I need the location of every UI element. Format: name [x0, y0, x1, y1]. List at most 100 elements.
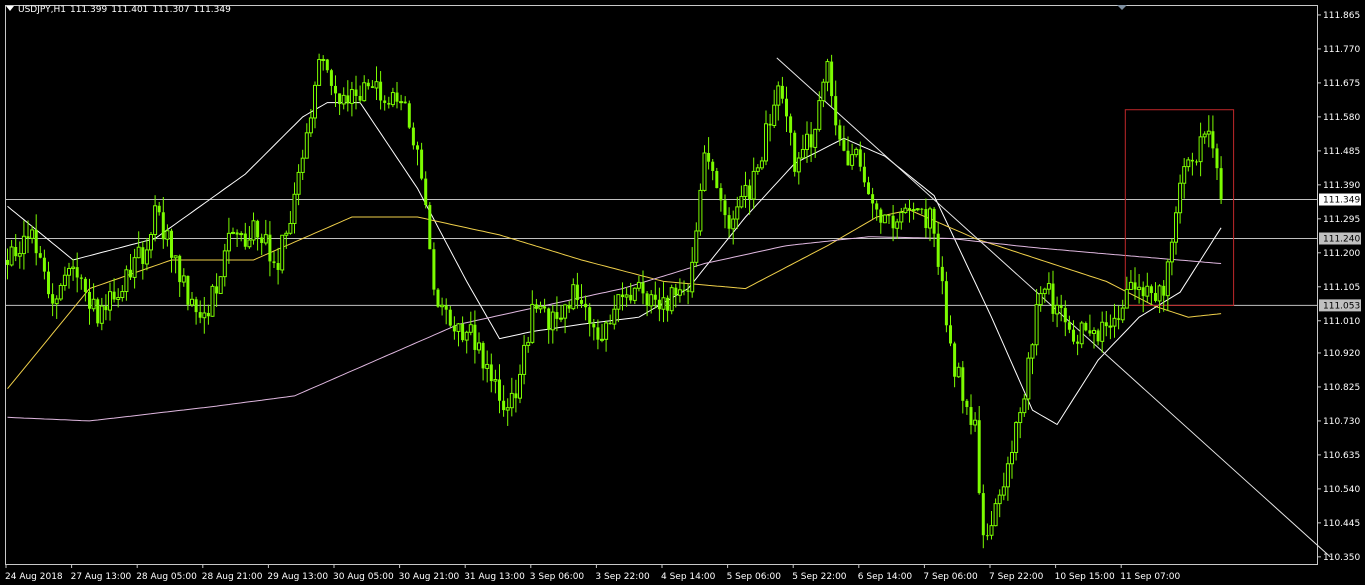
candle-body-bear	[112, 291, 116, 300]
collapse-triangle-icon[interactable]	[6, 6, 14, 11]
y-tick-label: 111.770	[1323, 45, 1360, 55]
candle-body-bull	[772, 104, 777, 127]
candle-body-bear	[141, 247, 145, 264]
candle-body-bull	[239, 233, 244, 236]
candle-body-bull	[1046, 283, 1051, 290]
candle-body-bull	[530, 303, 535, 343]
candle-body-bull	[190, 298, 194, 306]
candle-body-bear	[329, 70, 333, 86]
chart-window[interactable]: 111.865 111.770 111.675 111.580 111.485 111.3…	[0, 0, 1365, 585]
candle-body-bull	[612, 308, 617, 325]
x-tick-label: 28 Aug 05:00	[136, 572, 197, 582]
candle-body-bear	[79, 277, 83, 279]
candle-body-bear	[129, 269, 132, 278]
candle-body-bear	[1088, 330, 1092, 334]
candle-body-bear	[1051, 283, 1055, 314]
candle-body-bull	[604, 322, 609, 340]
candle-body-bull	[1206, 130, 1211, 135]
candle-body-bull	[231, 231, 235, 234]
candle-body-bull	[17, 253, 22, 257]
candle-body-bear	[403, 101, 407, 104]
candle-body-bull	[144, 249, 149, 265]
candle-body-bear	[653, 294, 657, 300]
price-level-tag-label: 111.053	[1323, 301, 1360, 311]
candle-body-bear	[891, 215, 895, 229]
candle-body-bear	[473, 324, 477, 350]
candle-body-bull	[210, 285, 215, 317]
candle-body-bull	[825, 61, 830, 83]
candle-body-bull	[116, 297, 121, 300]
y-tick-label: 111.580	[1323, 113, 1360, 123]
candle-body-bull	[989, 525, 994, 536]
candle-body-bull	[1055, 304, 1060, 315]
candle-body-bull	[165, 230, 170, 240]
candle-body-bull	[468, 324, 473, 333]
candle-body-bear	[407, 103, 411, 128]
candle-body-bull	[1014, 422, 1019, 453]
candle-body-bear	[969, 407, 973, 425]
candle-body-bear	[838, 125, 842, 140]
candle-body-bear	[256, 220, 260, 238]
candle-body-bull	[632, 287, 637, 301]
low-price: 111.307	[152, 5, 190, 15]
y-tick-label: 111.675	[1323, 79, 1360, 89]
candle-body-bear	[867, 182, 870, 195]
candle-body-bear	[727, 215, 731, 229]
candle-body-bull	[54, 298, 59, 305]
y-tick-label: 111.010	[1323, 317, 1360, 327]
candle-body-bear	[502, 400, 506, 411]
candle-body-bull	[911, 209, 916, 212]
candle-body-bear	[1154, 293, 1157, 301]
candle-body-bear	[379, 81, 383, 101]
candle-body-bear	[489, 364, 493, 382]
candle-body-bear	[370, 86, 374, 88]
candle-body-bull	[616, 294, 621, 310]
x-tick-label: 11 Sep 07:00	[1120, 572, 1180, 582]
candle-body-bear	[268, 234, 272, 262]
y-tick-label: 111.485	[1323, 147, 1360, 157]
candle-body-bear	[411, 127, 415, 146]
candle-body-bull	[374, 81, 379, 89]
candle-body-bull	[956, 366, 961, 378]
candle-body-bull	[698, 189, 703, 232]
candle-body-bull	[251, 220, 256, 241]
candle-body-bull	[1108, 325, 1113, 328]
candle-body-bear	[1067, 322, 1071, 330]
chart-shift-marker-icon[interactable]	[1117, 5, 1127, 10]
candle-body-bear	[879, 209, 883, 223]
candle-body-bull	[677, 289, 682, 296]
candle-body-bull	[464, 331, 469, 341]
candle-body-bull	[915, 208, 920, 211]
price-chart[interactable]: 111.865 111.770 111.675 111.580 111.485 111.3…	[0, 0, 1365, 585]
candle-body-bear	[34, 229, 38, 254]
candle-body-bull	[247, 239, 252, 248]
candle-body-bear	[38, 253, 42, 258]
candle-body-bear	[674, 287, 678, 296]
y-tick-label: 111.390	[1323, 181, 1360, 191]
candle-body-bull	[739, 195, 744, 208]
candle-body-bull	[149, 234, 153, 251]
candle-body-bull	[817, 100, 822, 130]
candle-body-bear	[555, 312, 559, 319]
candle-body-bear	[194, 299, 198, 313]
candle-body-bear	[461, 323, 465, 341]
candle-body-bear	[424, 178, 428, 206]
candle-body-bear	[260, 237, 264, 243]
candle-body-bull	[477, 342, 481, 351]
candle-body-bear	[198, 312, 202, 318]
candle-body-bull	[661, 297, 666, 310]
candle-body-bear	[1076, 341, 1080, 344]
close-price: 111.349	[193, 5, 231, 15]
candle-body-bull	[731, 218, 736, 230]
candle-body-bull	[743, 184, 748, 197]
candle-body-bull	[1137, 286, 1142, 291]
candle-body-bull	[526, 341, 531, 346]
candle-body-bear	[985, 535, 989, 537]
candle-body-bear	[1141, 287, 1145, 297]
candle-body-bear	[157, 205, 161, 213]
candle-body-bear	[944, 281, 948, 326]
x-tick-label: 6 Sep 14:00	[858, 572, 913, 582]
y-tick-label: 110.540	[1323, 485, 1360, 495]
candle-body-bear	[83, 278, 87, 292]
candle-body-bear	[334, 85, 337, 94]
